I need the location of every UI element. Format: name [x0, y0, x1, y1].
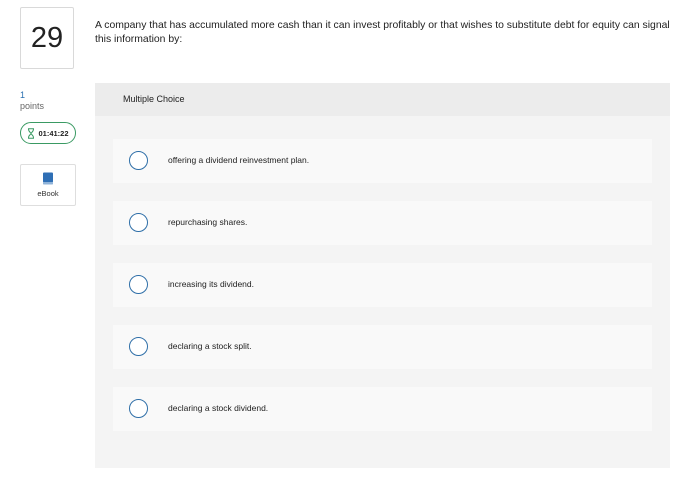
option-label: increasing its dividend. [168, 279, 254, 289]
radio-button[interactable] [129, 275, 148, 294]
radio-button[interactable] [129, 337, 148, 356]
question-number: 29 [20, 7, 74, 69]
option-label: declaring a stock dividend. [168, 403, 269, 413]
panel-header: Multiple Choice [95, 83, 670, 116]
timer-value: 01:41:22 [38, 128, 69, 138]
question-type-label: Multiple Choice [123, 94, 185, 104]
question-page: 29 A company that has accumulated more c… [0, 0, 700, 502]
option-label: declaring a stock split. [168, 341, 252, 351]
question-text: A company that has accumulated more cash… [95, 20, 670, 45]
answer-option[interactable]: declaring a stock split. [113, 325, 652, 369]
book-icon [42, 172, 54, 187]
ebook-label: eBook [37, 189, 59, 198]
hourglass-icon [27, 127, 35, 139]
answer-option[interactable]: offering a dividend reinvestment plan. [113, 139, 652, 183]
radio-button[interactable] [129, 399, 148, 418]
answer-option[interactable]: increasing its dividend. [113, 263, 652, 307]
timer-badge[interactable]: 01:41:22 [20, 122, 76, 144]
answer-option[interactable]: repurchasing shares. [113, 201, 652, 245]
option-label: repurchasing shares. [168, 217, 248, 227]
points-label: points [20, 101, 45, 111]
radio-button[interactable] [129, 213, 148, 232]
ebook-button[interactable]: eBook [20, 164, 76, 206]
answer-option[interactable]: declaring a stock dividend. [113, 387, 652, 431]
points-value: 1 [20, 90, 26, 100]
option-label: offering a dividend reinvestment plan. [168, 155, 310, 165]
points-block: 1 points [20, 90, 44, 112]
radio-button[interactable] [129, 151, 148, 170]
